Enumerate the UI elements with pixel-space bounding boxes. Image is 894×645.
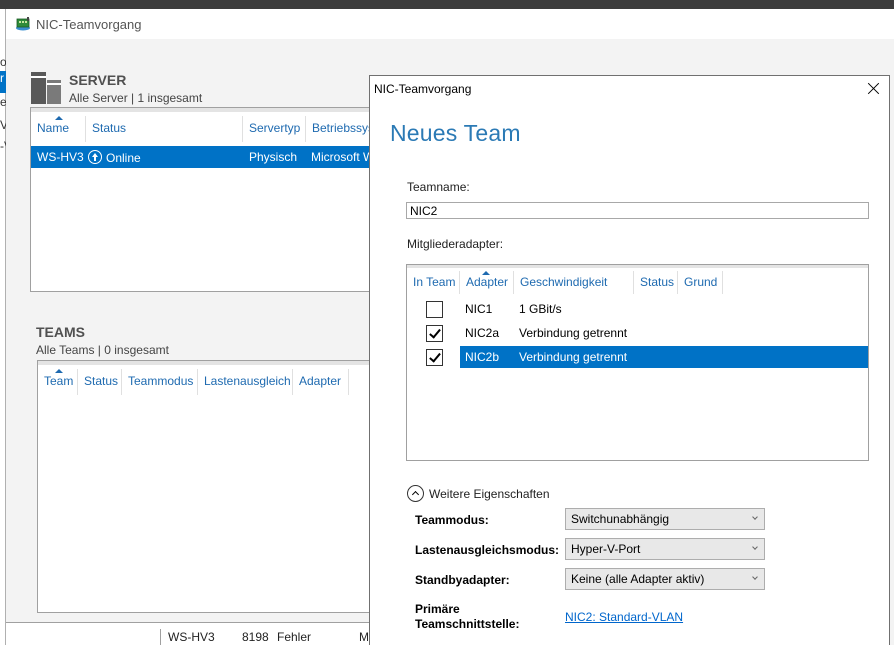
members-label: Mitgliederadapter:	[407, 237, 504, 251]
column-header-label: Adapter	[299, 374, 342, 388]
teams-section-subtitle: Alle Teams | 0 insgesamt	[36, 343, 169, 357]
server-row[interactable]: WS-HV3 Online Physisch Microsoft W	[31, 146, 389, 168]
adapter-row[interactable]: NIC1 1 GBit/s	[407, 298, 868, 320]
column-header-team[interactable]: Team	[38, 369, 78, 395]
column-header-label: Status	[640, 275, 675, 289]
underlying-list-row: WS-HV3 8198 Fehler M	[160, 629, 370, 645]
column-header-label: Name	[37, 121, 70, 135]
adapter-name: NIC1	[465, 302, 493, 316]
column-header-servertyp[interactable]: Servertyp	[243, 116, 306, 142]
column-header-geschwindigkeit[interactable]: Geschwindigkeit	[514, 271, 634, 294]
column-header-teammodus[interactable]: Teammodus	[122, 369, 198, 395]
underlying-row-id: 8198	[242, 630, 269, 644]
underlying-row-status: Fehler	[277, 630, 312, 644]
column-header-label: Geschwindigkeit	[520, 275, 608, 289]
adapter-row[interactable]: NIC2a Verbindung getrennt	[407, 322, 868, 344]
adapter-name: NIC2a	[465, 326, 500, 340]
top-bar	[0, 0, 894, 9]
primary-interface-label: Primäre Teamschnittstelle:	[415, 602, 519, 632]
column-header-lastenausgleich[interactable]: Lastenausgleich	[198, 369, 293, 395]
server-status-text: Online	[106, 150, 141, 165]
teams-grid: Team Status Teammodus Lastenausgleich Ad…	[37, 360, 392, 613]
teammodus-label: Teammodus:	[415, 513, 489, 527]
column-header-label: Lastenausgleich	[204, 374, 291, 388]
primary-label-line1: Primäre	[415, 602, 460, 616]
column-header-label: In Team	[413, 275, 456, 289]
column-header-label: Status	[84, 374, 119, 388]
adapter-speed: 1 GBit/s	[519, 302, 562, 316]
teams-grid-header: Team Status Teammodus Lastenausgleich Ad…	[38, 361, 391, 395]
lastenausgleich-label: Lastenausgleichsmodus:	[415, 543, 560, 557]
server-icon	[31, 72, 61, 104]
underlying-row-name: WS-HV3	[168, 630, 215, 644]
teams-section-header: TEAMS Alle Teams | 0 insgesamt	[36, 324, 169, 357]
close-icon[interactable]	[865, 80, 883, 98]
chevron-down-icon	[752, 514, 758, 520]
column-header-label: Status	[92, 121, 127, 135]
more-properties-label: Weitere Eigenschaften	[429, 486, 550, 501]
primary-interface-link[interactable]: NIC2: Standard-VLAN	[565, 610, 683, 624]
column-header-label: Servertyp	[249, 121, 301, 135]
standby-select[interactable]: Keine (alle Adapter aktiv)	[565, 568, 765, 590]
column-header-adapter[interactable]: Adapter	[293, 369, 349, 395]
standby-label: Standbyadapter:	[415, 573, 510, 587]
sort-ascending-icon	[55, 116, 63, 120]
chevron-down-icon	[752, 574, 758, 580]
member-grid-header: In Team Adapter Geschwindigkeit Status G…	[407, 265, 868, 294]
dialog-title-bar: NIC-Teamvorgang	[370, 76, 889, 102]
column-header-label: Grund	[684, 275, 718, 289]
column-header-label: Team	[44, 374, 74, 388]
dialog-title: NIC-Teamvorgang	[374, 82, 472, 96]
column-header-in-team[interactable]: In Team	[407, 271, 460, 294]
teammodus-select[interactable]: Switchunabhängig	[565, 508, 765, 530]
server-type: Physisch	[249, 150, 298, 164]
adapter-row-selected[interactable]: NIC2b Verbindung getrennt	[407, 346, 868, 368]
sort-ascending-icon	[482, 271, 490, 275]
column-header-status[interactable]: Status	[634, 271, 678, 294]
server-section-title: SERVER	[69, 72, 127, 88]
chevron-up-circle-icon	[407, 485, 424, 502]
server-grid: Name Status Servertyp Betriebssystem WS-…	[30, 107, 394, 292]
column-header-label: Adapter	[466, 275, 509, 289]
more-properties-toggle[interactable]: Weitere Eigenschaften	[407, 485, 550, 502]
server-section-header: SERVER Alle Server | 1 insgesamt	[31, 72, 202, 105]
teamname-label: Teamname:	[407, 180, 470, 194]
teammodus-value: Switchunabhängig	[571, 512, 670, 526]
server-os: Microsoft W	[311, 150, 375, 164]
lastenausgleich-select[interactable]: Hyper-V-Port	[565, 538, 765, 560]
underlying-row-extra: M	[359, 630, 369, 644]
column-header-adapter[interactable]: Adapter	[460, 271, 514, 294]
adapter-speed: Verbindung getrennt	[519, 350, 628, 364]
dialog-heading: Neues Team	[390, 120, 521, 146]
column-header-grund[interactable]: Grund	[678, 271, 723, 294]
online-arrow-up-icon	[88, 149, 102, 164]
column-header-status[interactable]: Status	[78, 369, 122, 395]
server-name: WS-HV3	[37, 150, 84, 164]
main-title-bar: NIC-Teamvorgang	[6, 9, 894, 39]
column-header-status[interactable]: Status	[86, 116, 243, 142]
in-team-checkbox-checked[interactable]	[426, 325, 443, 342]
teams-section-title: TEAMS	[36, 324, 85, 340]
in-team-checkbox[interactable]	[426, 301, 443, 318]
main-window-title: NIC-Teamvorgang	[36, 16, 142, 32]
new-team-dialog: NIC-Teamvorgang Neues Team Teamname: Mit…	[369, 75, 890, 645]
lastenausgleich-value: Hyper-V-Port	[571, 542, 641, 556]
adapter-speed: Verbindung getrennt	[519, 326, 628, 340]
member-adapters-grid: In Team Adapter Geschwindigkeit Status G…	[406, 264, 869, 461]
server-status: Online	[88, 149, 141, 165]
in-team-checkbox-checked[interactable]	[426, 349, 443, 366]
primary-label-line2: Teamschnittstelle:	[415, 617, 520, 631]
column-header-name[interactable]: Name	[31, 116, 86, 142]
server-section-subtitle: Alle Server | 1 insgesamt	[69, 91, 203, 105]
nic-teaming-app-icon	[15, 17, 31, 31]
chevron-down-icon	[752, 544, 758, 550]
adapter-name: NIC2b	[465, 350, 500, 364]
standby-value: Keine (alle Adapter aktiv)	[571, 572, 705, 586]
column-header-label: Teammodus	[128, 374, 194, 388]
teamname-input[interactable]	[406, 202, 869, 219]
sort-ascending-icon	[55, 369, 63, 373]
server-grid-header: Name Status Servertyp Betriebssystem	[31, 108, 394, 142]
